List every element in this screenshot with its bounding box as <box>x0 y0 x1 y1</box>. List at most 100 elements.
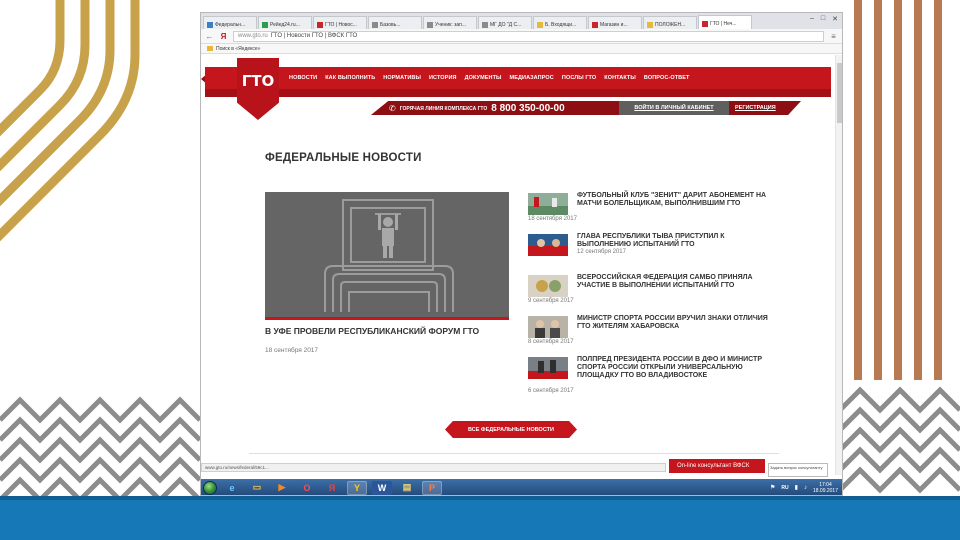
news-thumbnail <box>528 316 568 338</box>
opera-icon[interactable]: O <box>297 481 317 495</box>
menu-item-history[interactable]: ИСТОРИЯ <box>429 75 457 81</box>
favicon-icon <box>262 21 268 28</box>
menu-item-standards[interactable]: НОРМАТИВЫ <box>383 75 421 81</box>
browser-tab[interactable]: Магазин и... <box>588 16 642 29</box>
menu-item-documents[interactable]: ДОКУМЕНТЫ <box>465 75 502 81</box>
news-thumbnail <box>528 234 568 256</box>
news-title[interactable]: ФУТБОЛЬНЫЙ КЛУБ "ЗЕНИТ" ДАРИТ АБОНЕМЕНТ … <box>577 192 777 208</box>
browser-tab[interactable]: ПОЛОЖЕН... <box>643 16 697 29</box>
menu-item-news[interactable]: НОВОСТИ <box>289 75 317 81</box>
news-title[interactable]: ПОЛПРЕД ПРЕЗИДЕНТА РОССИИ В ДФО И МИНИСТ… <box>577 356 777 380</box>
slide-decoration-right <box>840 0 960 500</box>
browser-tab[interactable]: Ученик: зап... <box>423 16 477 29</box>
news-title[interactable]: МИНИСТР СПОРТА РОССИИ ВРУЧИЛ ЗНАКИ ОТЛИЧ… <box>577 315 777 331</box>
favicon-icon <box>592 21 598 28</box>
favicon-icon <box>647 21 653 28</box>
news-item[interactable]: ГЛАВА РЕСПУБЛИКИ ТЫВА ПРИСТУПИЛ К ВЫПОЛН… <box>528 232 778 273</box>
back-button[interactable]: ← <box>205 32 214 41</box>
menu-item-ambassadors[interactable]: ПОСЛЫ ГТО <box>562 75 596 81</box>
main-news-date: 18 сентября 2017 <box>265 347 319 354</box>
footer-divider <box>249 453 779 454</box>
volume-icon[interactable]: ♪ <box>804 485 807 491</box>
maximize-button[interactable]: □ <box>821 15 825 23</box>
windows-taskbar: e ▭ ▶ O Я Y W ▤ P ⚑ RU ▮ ♪ 17:04 18.09.2… <box>201 479 842 495</box>
hotline-number[interactable]: 8 800 350-00-00 <box>491 103 564 114</box>
register-link[interactable]: РЕГИСТРАЦИЯ <box>735 105 776 111</box>
ie-icon[interactable]: e <box>222 481 242 495</box>
favicon-icon <box>427 21 433 28</box>
start-button[interactable] <box>203 480 217 495</box>
clock[interactable]: 17:04 18.09.2017 <box>813 482 838 494</box>
network-icon[interactable]: ▮ <box>795 484 798 491</box>
favicon-icon <box>317 21 323 28</box>
folder-icon[interactable]: ▤ <box>397 481 417 495</box>
browser-tab[interactable]: Б. Входящи... <box>533 16 587 29</box>
status-bar: www.gto.ru/news/federal/59c1... <box>201 463 666 472</box>
favicon-icon <box>537 21 543 28</box>
menu-item-how-to[interactable]: КАК ВЫПОЛНИТЬ <box>325 75 375 81</box>
hotline-label: ГОРЯЧАЯ ЛИНИЯ КОМПЛЕКСА ГТО <box>399 105 488 112</box>
word-icon[interactable]: W <box>372 480 392 495</box>
yandex-browser-icon[interactable]: Y <box>347 480 367 495</box>
news-date: 12 сентября 2017 <box>577 249 626 255</box>
all-news-button[interactable]: ВСЕ ФЕДЕРАЛЬНЫЕ НОВОСТИ <box>445 421 577 438</box>
close-button[interactable]: ✕ <box>832 15 838 23</box>
browser-tab[interactable]: МГ ДО "Д С... <box>478 16 532 29</box>
news-item[interactable]: ФУТБОЛЬНЫЙ КЛУБ "ЗЕНИТ" ДАРИТ АБОНЕМЕНТ … <box>528 191 778 232</box>
favicon-icon <box>702 21 708 27</box>
news-item[interactable]: МИНИСТР СПОРТА РОССИИ ВРУЧИЛ ЗНАКИ ОТЛИЧ… <box>528 314 778 355</box>
language-indicator[interactable]: RU <box>781 485 788 491</box>
browser-window: Федеральн... Рейед24.ru... ГТО | Новос..… <box>200 12 843 496</box>
favicon-icon <box>372 21 378 28</box>
url-input[interactable]: www.gto.ru ГТО | Новости ГТО | ВФСК ГТО <box>233 30 824 42</box>
url-host: www.gto.ru <box>238 33 268 39</box>
news-item[interactable]: ВСЕРОССИЙСКАЯ ФЕДЕРАЦИЯ САМБО ПРИНЯЛА УЧ… <box>528 273 778 314</box>
browser-tab[interactable]: Базовь... <box>368 16 422 29</box>
bookmark-item[interactable]: Поиск в «Яндексе» <box>216 46 260 52</box>
bookmark-folder-icon <box>207 46 213 51</box>
consultant-popup[interactable]: Задать вопрос консультанту <box>768 463 828 477</box>
news-date: 6 сентября 2017 <box>528 388 574 394</box>
menu-item-contacts[interactable]: КОНТАКТЫ <box>604 75 636 81</box>
news-title[interactable]: ВСЕРОССИЙСКАЯ ФЕДЕРАЦИЯ САМБО ПРИНЯЛА УЧ… <box>577 274 777 290</box>
page-viewport: ГТО НОВОСТИ КАК ВЫПОЛНИТЬ НОРМАТИВЫ ИСТО… <box>201 55 842 477</box>
news-thumbnail <box>528 193 568 215</box>
slide-bottom-band <box>0 496 960 540</box>
presentation-icon[interactable]: P <box>422 480 442 495</box>
scrollbar-thumb[interactable] <box>837 63 842 123</box>
favicon-icon <box>482 21 488 28</box>
system-tray: ⚑ RU ▮ ♪ 17:04 18.09.2017 <box>770 482 842 494</box>
browser-tab[interactable]: ГТО | Новос... <box>313 16 367 29</box>
browser-tab-active[interactable]: ГТО | Неч... <box>698 15 752 29</box>
minimize-button[interactable]: – <box>810 15 814 23</box>
yandex-home-button[interactable]: Я <box>219 32 228 41</box>
hotline: ✆ ГОРЯЧАЯ ЛИНИЯ КОМПЛЕКСА ГТО 8 800 350-… <box>389 103 565 114</box>
slide-decoration-left <box>0 0 200 500</box>
scrollbar[interactable] <box>835 55 842 475</box>
page-title: ФЕДЕРАЛЬНЫЕ НОВОСТИ <box>265 152 422 164</box>
address-bar: ← Я www.gto.ru ГТО | Новости ГТО | ВФСК … <box>201 29 842 44</box>
main-news-image[interactable] <box>265 192 509 320</box>
main-menu: НОВОСТИ КАК ВЫПОЛНИТЬ НОРМАТИВЫ ИСТОРИЯ … <box>289 75 689 81</box>
media-player-icon[interactable]: ▶ <box>272 481 292 495</box>
flag-icon[interactable]: ⚑ <box>770 484 775 491</box>
news-title[interactable]: ГЛАВА РЕСПУБЛИКИ ТЫВА ПРИСТУПИЛ К ВЫПОЛН… <box>577 233 777 249</box>
main-navigation-bar <box>205 67 831 97</box>
bookmarks-bar: Поиск в «Яндексе» <box>201 44 842 54</box>
browser-tab[interactable]: Рейед24.ru... <box>258 16 312 29</box>
main-news-title[interactable]: В УФЕ ПРОВЕЛИ РЕСПУБЛИКАНСКИЙ ФОРУМ ГТО <box>265 326 505 336</box>
news-list: ФУТБОЛЬНЫЙ КЛУБ "ЗЕНИТ" ДАРИТ АБОНЕМЕНТ … <box>528 191 778 396</box>
gto-logo[interactable]: ГТО <box>237 58 279 120</box>
login-link[interactable]: ВОЙТИ В ЛИЧНЫЙ КАБИНЕТ <box>619 101 729 115</box>
url-page-title: ГТО | Новости ГТО | ВФСК ГТО <box>270 33 358 39</box>
menu-item-faq[interactable]: ВОПРОС-ОТВЕТ <box>644 75 690 81</box>
browser-tab[interactable]: Федеральн... <box>203 16 257 29</box>
explorer-icon[interactable]: ▭ <box>247 481 267 495</box>
news-item[interactable]: ПОЛПРЕД ПРЕЗИДЕНТА РОССИИ В ДФО И МИНИСТ… <box>528 355 778 396</box>
yandex-icon[interactable]: Я <box>322 481 342 495</box>
phone-icon: ✆ <box>389 104 396 113</box>
menu-icon[interactable]: ≡ <box>829 32 838 41</box>
online-consultant-button[interactable]: On-line консультант ВФСК <box>669 459 765 473</box>
news-date: 18 сентября 2017 <box>528 216 577 222</box>
menu-item-media[interactable]: МЕДИАЗАПРОС <box>510 75 554 81</box>
